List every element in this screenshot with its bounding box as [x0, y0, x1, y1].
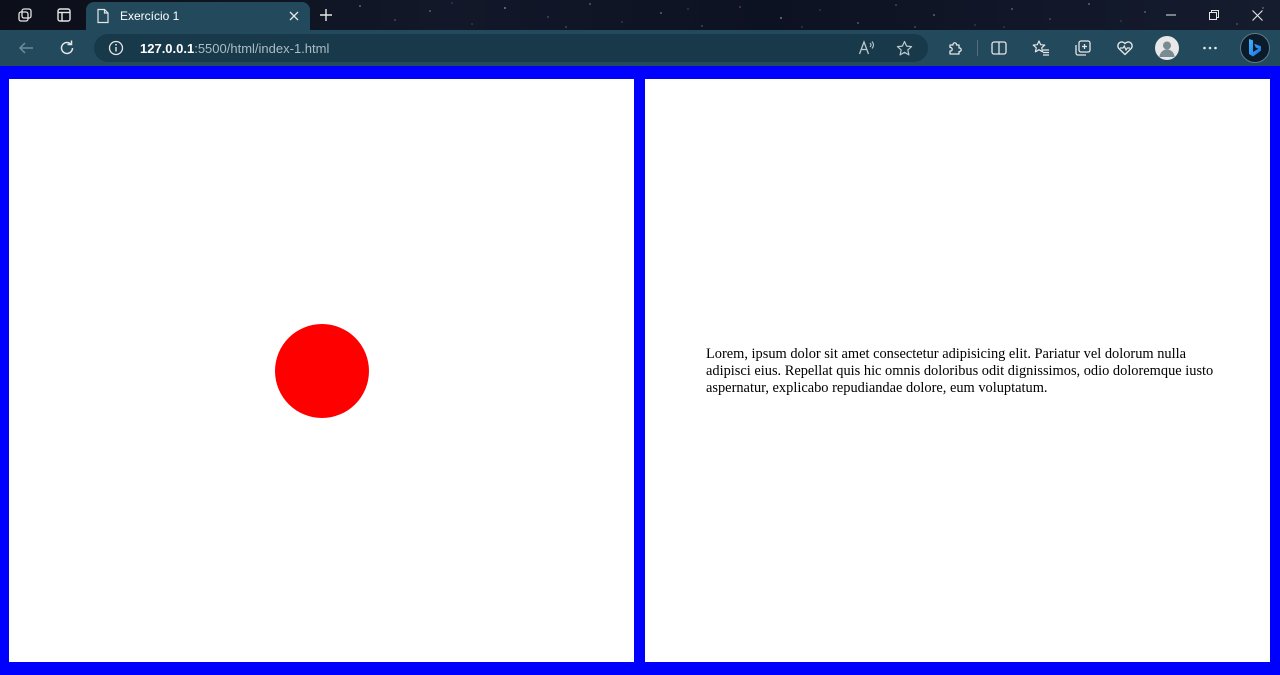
add-favorite-button[interactable] [893, 37, 915, 59]
restore-icon [1209, 10, 1219, 20]
extensions-button[interactable] [940, 33, 970, 63]
close-icon [289, 11, 299, 21]
right-panel: Lorem, ipsum dolor sit amet consectetur … [645, 79, 1270, 662]
favorites-button[interactable] [1026, 33, 1056, 63]
read-aloud-icon [858, 40, 875, 55]
puzzle-icon [949, 42, 962, 55]
collections-button[interactable] [1068, 33, 1098, 63]
tab-close-button[interactable] [284, 6, 304, 26]
page-viewport: Lorem, ipsum dolor sit amet consectetur … [0, 66, 1280, 675]
star-icon [896, 40, 912, 55]
info-icon[interactable] [108, 40, 124, 56]
profile-button[interactable] [1155, 36, 1179, 60]
url-path: :5500/html/index-1.html [194, 41, 330, 56]
split-screen-button[interactable] [984, 33, 1014, 63]
page-icon [97, 8, 109, 24]
back-arrow-icon [18, 42, 33, 54]
plus-icon [320, 9, 332, 21]
title-bar: Exercício 1 [0, 0, 1280, 30]
lorem-paragraph: Lorem, ipsum dolor sit amet consectetur … [706, 346, 1214, 396]
tab-actions-button[interactable] [45, 0, 83, 30]
bing-icon [1249, 39, 1261, 57]
copilot-button[interactable] [1240, 33, 1270, 63]
browser-toolbar: 127.0.0.1:5500/html/index-1.html [0, 30, 1280, 66]
toolbar-separator [977, 40, 978, 56]
more-options-button[interactable] [1195, 33, 1225, 63]
back-button[interactable] [11, 33, 41, 63]
profile-icon [1159, 41, 1175, 57]
minimize-button[interactable] [1150, 0, 1192, 30]
address-bar[interactable]: 127.0.0.1:5500/html/index-1.html [94, 34, 928, 62]
url-text[interactable]: 127.0.0.1:5500/html/index-1.html [140, 41, 329, 56]
favorites-icon [1032, 40, 1049, 56]
browser-essentials-button[interactable] [1110, 33, 1140, 63]
collections-icon [1075, 40, 1091, 56]
more-icon [1203, 46, 1217, 50]
tab-actions-icon [57, 8, 71, 22]
tab-title: Exercício 1 [120, 9, 180, 23]
close-icon [1251, 9, 1263, 21]
refresh-icon [60, 40, 74, 55]
refresh-button[interactable] [52, 33, 82, 63]
workspaces-icon [18, 8, 32, 22]
url-host: 127.0.0.1 [140, 41, 195, 56]
tab-exercicio-1[interactable]: Exercício 1 [86, 2, 310, 30]
close-window-button[interactable] [1236, 0, 1278, 30]
red-circle [275, 324, 369, 418]
workspaces-button[interactable] [6, 0, 44, 30]
minimize-icon [1166, 14, 1176, 16]
read-aloud-button[interactable] [856, 37, 878, 59]
left-panel [9, 79, 634, 662]
restore-button[interactable] [1193, 0, 1235, 30]
new-tab-button[interactable] [314, 3, 338, 27]
split-screen-icon [991, 41, 1007, 55]
heart-icon [1117, 41, 1133, 56]
